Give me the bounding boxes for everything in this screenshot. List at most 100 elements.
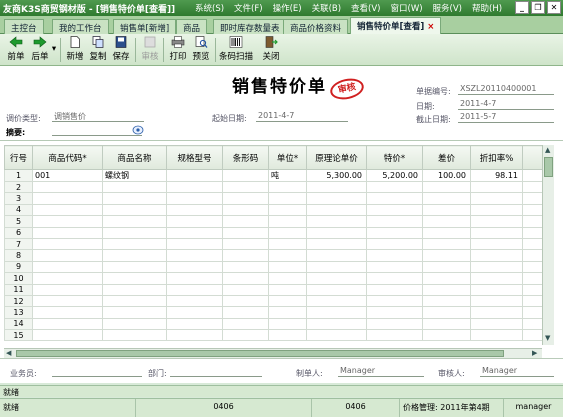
scroll-thumb[interactable] bbox=[544, 157, 553, 177]
menu-relation[interactable]: 关联(B) bbox=[307, 2, 346, 14]
date-field[interactable]: 2011-4-7 bbox=[458, 99, 554, 110]
table-cell[interactable] bbox=[222, 169, 269, 182]
table-row[interactable]: 6 bbox=[4, 226, 553, 239]
table-cell[interactable] bbox=[222, 237, 269, 251]
table-cell[interactable] bbox=[32, 215, 103, 228]
column-header[interactable]: 行号 bbox=[4, 145, 33, 170]
save-button[interactable]: 保存 bbox=[109, 36, 133, 62]
tab-sales-new[interactable]: 销售单[新增] bbox=[113, 19, 177, 34]
restore-icon[interactable]: ❐ bbox=[531, 1, 545, 14]
table-cell[interactable] bbox=[422, 237, 471, 251]
table-row[interactable]: 8 bbox=[4, 249, 553, 262]
menu-operation[interactable]: 操作(E) bbox=[268, 2, 307, 14]
table-cell[interactable] bbox=[222, 317, 269, 331]
table-cell[interactable] bbox=[268, 180, 307, 194]
menu-file[interactable]: 文件(F) bbox=[229, 2, 268, 14]
table-cell[interactable]: 5,300.00 bbox=[306, 169, 367, 182]
table-cell[interactable] bbox=[470, 283, 523, 296]
table-row[interactable]: 2 bbox=[4, 180, 553, 194]
tab-inventory[interactable]: 即时库存数量表 bbox=[213, 19, 287, 34]
table-cell[interactable]: 5,200.00 bbox=[366, 169, 423, 182]
table-cell[interactable] bbox=[32, 180, 103, 194]
auditor-field[interactable]: Manager bbox=[480, 366, 554, 377]
table-cell[interactable] bbox=[422, 249, 471, 262]
table-cell[interactable] bbox=[222, 249, 269, 262]
table-row[interactable]: 15 bbox=[4, 329, 553, 342]
table-cell[interactable] bbox=[32, 203, 103, 217]
table-cell[interactable] bbox=[222, 260, 269, 274]
table-cell[interactable] bbox=[32, 272, 103, 285]
table-cell[interactable] bbox=[222, 180, 269, 194]
table-cell[interactable] bbox=[222, 329, 269, 342]
table-cell[interactable] bbox=[422, 260, 471, 274]
table-cell[interactable] bbox=[422, 317, 471, 331]
table-row[interactable]: 9 bbox=[4, 260, 553, 274]
table-cell[interactable]: 001 bbox=[32, 169, 103, 182]
tab-main-console[interactable]: 主控台 bbox=[4, 19, 44, 34]
table-cell[interactable]: 螺纹钢 bbox=[102, 169, 167, 182]
table-cell[interactable] bbox=[102, 226, 167, 239]
table-cell[interactable] bbox=[222, 283, 269, 296]
table-cell[interactable] bbox=[32, 226, 103, 239]
table-cell[interactable] bbox=[268, 329, 307, 342]
table-cell[interactable] bbox=[366, 294, 423, 308]
table-cell[interactable] bbox=[306, 260, 367, 274]
audit-button[interactable]: 审核 bbox=[138, 36, 162, 62]
table-cell[interactable] bbox=[366, 215, 423, 228]
table-cell[interactable] bbox=[422, 215, 471, 228]
table-cell[interactable] bbox=[422, 180, 471, 194]
table-cell[interactable] bbox=[166, 329, 223, 342]
table-cell[interactable] bbox=[32, 294, 103, 308]
close-button[interactable]: 关闭 bbox=[259, 36, 283, 62]
table-cell[interactable] bbox=[166, 226, 223, 239]
maker-field[interactable]: Manager bbox=[338, 366, 424, 377]
scroll-up-icon[interactable]: ▲ bbox=[545, 146, 550, 154]
table-cell[interactable] bbox=[222, 192, 269, 205]
table-cell[interactable] bbox=[268, 203, 307, 217]
table-cell[interactable] bbox=[102, 329, 167, 342]
table-cell[interactable] bbox=[268, 272, 307, 285]
table-cell[interactable] bbox=[306, 203, 367, 217]
table-row[interactable]: 12 bbox=[4, 294, 553, 308]
table-cell[interactable] bbox=[306, 180, 367, 194]
table-row[interactable]: 10 bbox=[4, 272, 553, 285]
table-cell[interactable] bbox=[366, 306, 423, 319]
table-cell[interactable] bbox=[470, 272, 523, 285]
table-cell[interactable] bbox=[366, 180, 423, 194]
table-cell[interactable] bbox=[470, 317, 523, 331]
table-cell[interactable] bbox=[422, 272, 471, 285]
table-cell[interactable] bbox=[268, 237, 307, 251]
vertical-scrollbar[interactable]: ▲ ▼ bbox=[542, 145, 554, 345]
tab-special-price[interactable]: 销售特价单[查看] × bbox=[350, 17, 442, 34]
table-cell[interactable] bbox=[422, 226, 471, 239]
table-cell[interactable] bbox=[166, 249, 223, 262]
table-cell[interactable] bbox=[166, 294, 223, 308]
table-row[interactable]: 7 bbox=[4, 237, 553, 251]
table-cell[interactable] bbox=[470, 249, 523, 262]
table-cell[interactable] bbox=[32, 329, 103, 342]
table-cell[interactable] bbox=[422, 192, 471, 205]
table-cell[interactable] bbox=[166, 306, 223, 319]
table-cell[interactable] bbox=[32, 260, 103, 274]
table-cell[interactable] bbox=[102, 272, 167, 285]
table-cell[interactable] bbox=[268, 249, 307, 262]
table-cell[interactable] bbox=[102, 317, 167, 331]
column-header[interactable]: 商品代码* bbox=[32, 145, 103, 170]
table-cell[interactable] bbox=[422, 294, 471, 308]
table-cell[interactable] bbox=[268, 215, 307, 228]
tab-goods[interactable]: 商品 bbox=[176, 19, 208, 34]
doc-no-field[interactable]: XSZL20110400001 bbox=[458, 84, 554, 95]
table-cell[interactable] bbox=[422, 283, 471, 296]
table-cell[interactable] bbox=[366, 249, 423, 262]
table-cell[interactable] bbox=[470, 306, 523, 319]
scroll-thumb[interactable] bbox=[16, 350, 504, 357]
next-button[interactable]: 后单 bbox=[28, 36, 52, 62]
tab-close-icon[interactable]: × bbox=[427, 22, 434, 32]
menu-service[interactable]: 服务(V) bbox=[428, 2, 467, 14]
table-row[interactable]: 1 001 螺纹钢 吨 5,300.00 5,200.00 100.00 98.11 bbox=[4, 169, 553, 182]
table-cell[interactable] bbox=[366, 192, 423, 205]
column-header[interactable]: 原理论单价 bbox=[306, 145, 367, 170]
table-cell[interactable] bbox=[268, 294, 307, 308]
scroll-right-icon[interactable]: ▶ bbox=[532, 349, 537, 357]
column-header[interactable]: 商品名称 bbox=[102, 145, 167, 170]
